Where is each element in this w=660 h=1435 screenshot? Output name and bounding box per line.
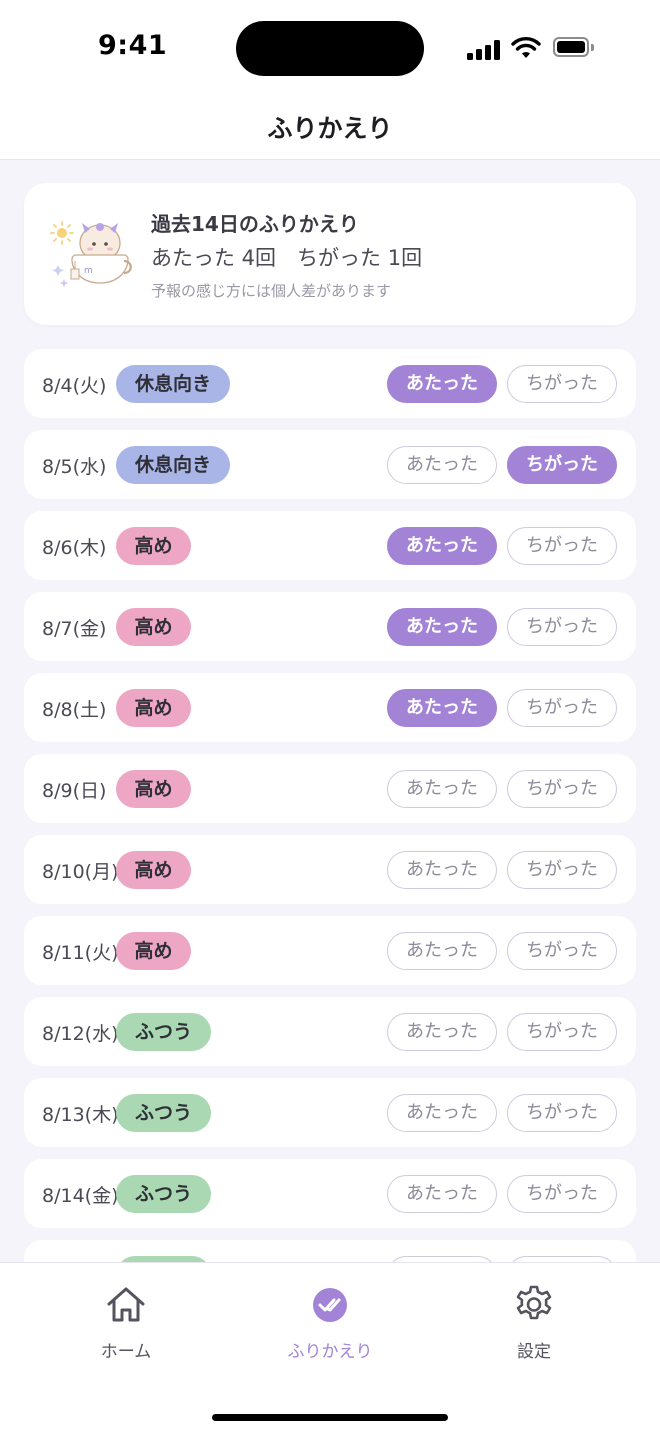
review-row: 8/4(火) 休息向き あたった ちがった — [24, 349, 636, 418]
review-row: 8/7(金) 高め あたった ちがった — [24, 592, 636, 661]
checkmark-icon — [313, 1288, 347, 1322]
tab-settings-label: 設定 — [517, 1342, 551, 1362]
forecast-level-badge: 高め — [116, 851, 191, 889]
miss-button[interactable]: ちがった — [507, 689, 617, 727]
review-row: 8/12(水) ふつう あたった ちがった — [24, 997, 636, 1066]
battery-icon — [553, 37, 594, 59]
row-date: 8/9(日) — [42, 780, 107, 802]
forecast-level-badge: 高め — [116, 932, 191, 970]
forecast-level-badge: 休息向き — [116, 365, 230, 403]
hit-button[interactable]: あたった — [387, 770, 497, 808]
miss-button[interactable]: ちがった — [507, 1175, 617, 1213]
status-time: 9:41 — [98, 30, 168, 61]
dynamic-island — [236, 21, 424, 76]
tab-bar: ホーム ふりかえり 設定 — [0, 1262, 660, 1435]
row-date: 8/13(木) — [42, 1104, 119, 1126]
review-row: 8/6(木) 高め あたった ちがった — [24, 511, 636, 580]
row-date: 8/7(金) — [42, 618, 107, 640]
tab-home[interactable]: ホーム — [56, 1283, 196, 1362]
row-date: 8/14(金) — [42, 1185, 119, 1207]
miss-button[interactable]: ちがった — [507, 770, 617, 808]
hit-button[interactable]: あたった — [387, 527, 497, 565]
review-row: 8/5(水) 休息向き あたった ちがった — [24, 430, 636, 499]
forecast-level-badge: 休息向き — [116, 446, 230, 484]
miss-button[interactable]: ちがった — [507, 608, 617, 646]
forecast-level-badge: ふつう — [116, 1094, 211, 1132]
miss-button[interactable]: ちがった — [507, 446, 617, 484]
hit-button[interactable]: あたった — [387, 1175, 497, 1213]
miss-button[interactable]: ちがった — [507, 1013, 617, 1051]
forecast-level-badge: 高め — [116, 527, 191, 565]
summary-note: 予報の感じ方には個人差があります — [151, 282, 392, 300]
hit-button[interactable]: あたった — [387, 851, 497, 889]
tab-review-label: ふりかえり — [287, 1342, 373, 1362]
forecast-level-badge: ふつう — [116, 1013, 211, 1051]
miss-button[interactable]: ちがった — [507, 527, 617, 565]
hit-button[interactable]: あたった — [387, 608, 497, 646]
gear-icon — [516, 1285, 552, 1320]
svg-text:m: m — [84, 266, 93, 276]
review-row: 8/10(月) 高め あたった ちがった — [24, 835, 636, 904]
row-date: 8/6(木) — [42, 537, 107, 559]
review-row: 8/11(火) 高め あたった ちがった — [24, 916, 636, 985]
forecast-level-badge: 高め — [116, 770, 191, 808]
forecast-level-badge: 高め — [116, 608, 191, 646]
hit-button[interactable]: あたった — [387, 365, 497, 403]
tab-review[interactable]: ふりかえり — [260, 1283, 400, 1362]
cellular-signal-icon — [467, 40, 501, 60]
house-icon — [107, 1287, 145, 1322]
wifi-icon — [511, 37, 541, 58]
page-title: ふりかえり — [267, 114, 393, 143]
sun-icon — [50, 221, 74, 245]
forecast-level-badge: 高め — [116, 689, 191, 727]
forecast-level-badge: ふつう — [116, 1175, 211, 1213]
summary-counts: あたった 4回 ちがった 1回 — [151, 246, 423, 270]
hit-button[interactable]: あたった — [387, 689, 497, 727]
hit-button[interactable]: あたった — [387, 446, 497, 484]
miss-button[interactable]: ちがった — [507, 1094, 617, 1132]
summary-card: m 過去14日のふりかえり あたった 4回 ちがった 1回 予報の感じ方には個人… — [24, 183, 636, 325]
row-date: 8/12(水) — [42, 1023, 119, 1045]
miss-button[interactable]: ちがった — [507, 932, 617, 970]
home-indicator — [212, 1414, 448, 1421]
row-date: 8/10(月) — [42, 861, 119, 883]
status-bar: 9:41 — [0, 0, 660, 95]
row-date: 8/8(土) — [42, 699, 107, 721]
hit-button[interactable]: あたった — [387, 1013, 497, 1051]
navigation-header: ふりかえり — [0, 95, 660, 160]
hit-button[interactable]: あたった — [387, 932, 497, 970]
miss-button[interactable]: ちがった — [507, 851, 617, 889]
hit-button[interactable]: あたった — [387, 1094, 497, 1132]
review-row: 8/9(日) 高め あたった ちがった — [24, 754, 636, 823]
mascot-teacup-illustration: m — [50, 221, 132, 288]
row-date: 8/4(火) — [42, 375, 107, 397]
review-row: 8/14(金) ふつう あたった ちがった — [24, 1159, 636, 1228]
row-date: 8/11(火) — [42, 942, 119, 964]
tab-home-label: ホーム — [100, 1342, 152, 1362]
row-date: 8/5(水) — [42, 456, 107, 478]
tab-settings[interactable]: 設定 — [464, 1283, 604, 1362]
review-row: 8/13(木) ふつう あたった ちがった — [24, 1078, 636, 1147]
miss-button[interactable]: ちがった — [507, 365, 617, 403]
review-row: 8/8(土) 高め あたった ちがった — [24, 673, 636, 742]
summary-title: 過去14日のふりかえり — [151, 212, 359, 236]
